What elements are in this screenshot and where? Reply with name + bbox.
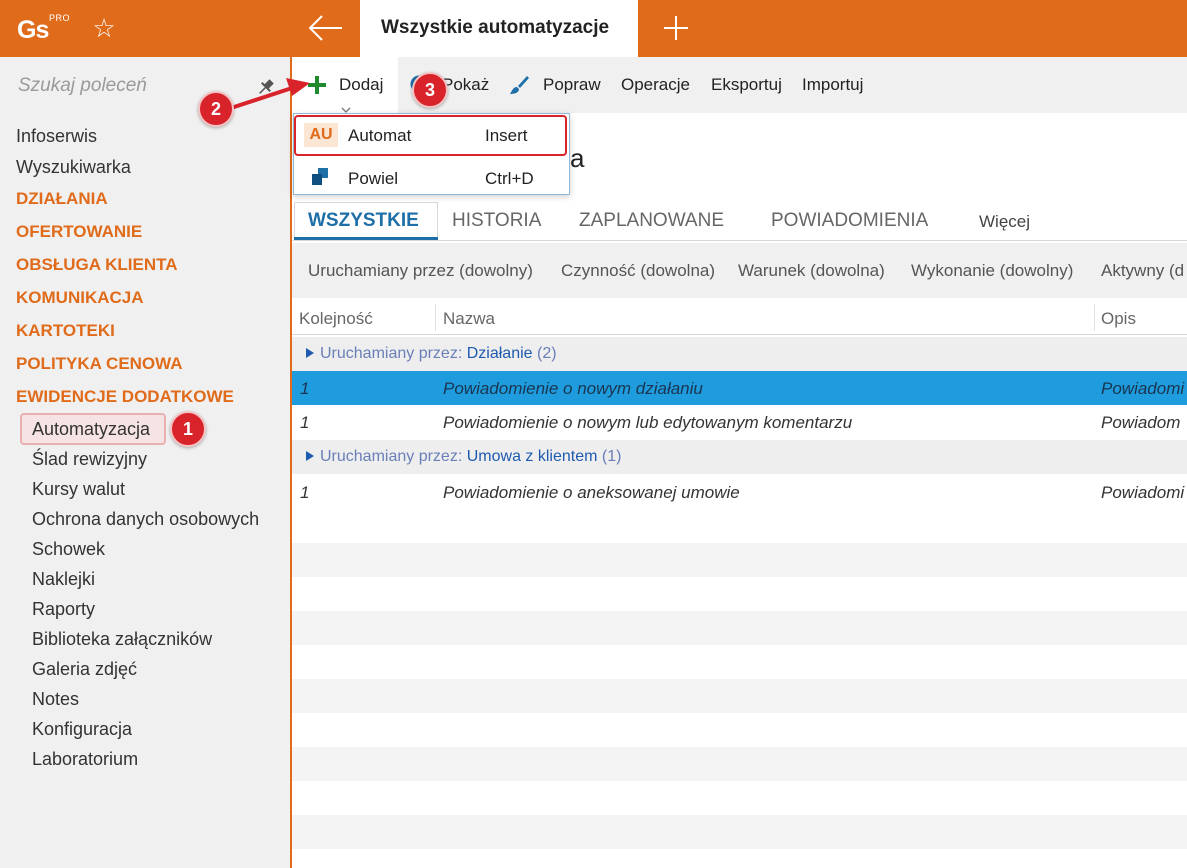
callout-badge-3: 3 [412, 72, 448, 108]
callout-badge-1: 1 [170, 411, 206, 447]
callout-badge-2: 2 [198, 91, 234, 127]
